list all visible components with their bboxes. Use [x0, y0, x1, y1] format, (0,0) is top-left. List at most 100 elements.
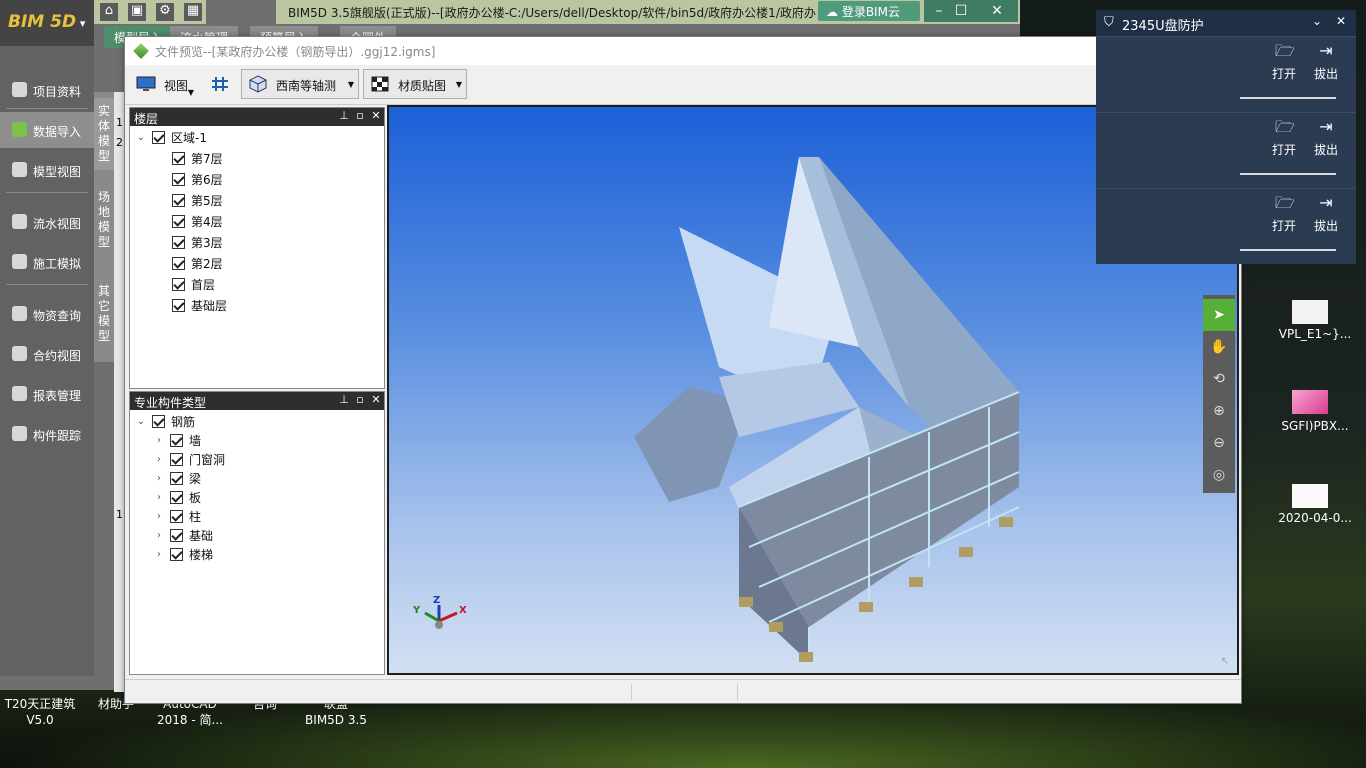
main-sidebar: 项目资料 数据导入 模型视图 流水视图 施工模拟 物资查询 合约视图 报表管理 … [0, 46, 94, 676]
grid-axis-button[interactable] [203, 69, 235, 99]
chevron-down-icon[interactable]: ⌄ [1312, 14, 1322, 28]
select-cursor-icon[interactable]: ➤ [1203, 299, 1235, 331]
eject-label: 拔出 [1313, 67, 1338, 81]
pin-icon[interactable]: ⊥ [338, 393, 350, 407]
sidebar-item-model-view[interactable]: 模型视图 [0, 152, 94, 188]
tree-item-floor[interactable]: 第5层 [172, 191, 223, 210]
checkbox[interactable] [172, 215, 185, 228]
tree-item-floor[interactable]: 第4层 [172, 212, 223, 231]
axis-grid-icon [212, 77, 228, 91]
row-number: 1 [116, 508, 123, 521]
view-button[interactable]: 视图 ▼ [129, 69, 199, 99]
tree-item-floor[interactable]: 基础层 [172, 296, 227, 315]
chevron-right-icon[interactable]: › [154, 492, 164, 503]
tree-item-floor[interactable]: 首层 [172, 275, 215, 294]
chevron-down-icon[interactable]: ⌄ [136, 416, 146, 427]
home-icon[interactable]: ⌂ [100, 3, 118, 21]
sidebar-item-project[interactable]: 项目资料 [0, 72, 94, 108]
tree-root-rebar[interactable]: ⌄ 钢筋 [136, 412, 195, 431]
tree-item-type[interactable]: › 梁 [154, 469, 201, 488]
open-button[interactable]: 🗁 打开 [1266, 43, 1302, 83]
material-texture-dropdown[interactable]: 材质贴图 ▼ [363, 69, 467, 99]
desktop-icon-2020[interactable]: 2020-04-0... [1270, 480, 1360, 530]
close-button[interactable]: ✕ [976, 0, 1018, 22]
sidebar-item-component-track[interactable]: 构件跟踪 [0, 416, 94, 452]
tree-item-type[interactable]: › 板 [154, 488, 201, 507]
southwest-iso-dropdown[interactable]: 西南等轴测 ▼ [241, 69, 359, 99]
checkbox[interactable] [172, 236, 185, 249]
close-icon[interactable]: ✕ [370, 109, 382, 123]
desktop-icon-vpl[interactable]: VPL_E1~}... [1270, 296, 1360, 346]
close-icon[interactable]: ✕ [370, 393, 382, 407]
sidebar-item-material-query[interactable]: 物资查询 [0, 296, 94, 332]
checkbox[interactable] [170, 453, 183, 466]
close-icon[interactable]: ✕ [1336, 14, 1346, 28]
tree-item-type[interactable]: › 基础 [154, 526, 213, 545]
checkbox[interactable] [170, 491, 183, 504]
save-icon[interactable]: ▣ [128, 3, 146, 21]
tree-item-floor[interactable]: 第6层 [172, 170, 223, 189]
zoom-out-icon[interactable]: ⊖ [1203, 427, 1235, 459]
eject-button[interactable]: ⇥ 拔出 [1308, 119, 1344, 159]
usb-panel-title: 2345U盘防护 [1122, 19, 1204, 34]
maximize-button[interactable]: ☐ [946, 0, 976, 22]
chevron-down-icon[interactable]: ⌄ [136, 132, 146, 143]
float-window-icon[interactable]: ▫ [354, 393, 366, 407]
checkbox[interactable] [152, 415, 165, 428]
checkbox[interactable] [172, 194, 185, 207]
chevron-right-icon[interactable]: › [154, 530, 164, 541]
tree-item-floor[interactable]: 第3层 [172, 233, 223, 252]
checkbox[interactable] [172, 257, 185, 270]
sidebar-item-contract-view[interactable]: 合约视图 [0, 336, 94, 372]
checkbox[interactable] [172, 299, 185, 312]
chevron-right-icon[interactable]: › [154, 549, 164, 560]
logo-dropdown-icon[interactable]: ▾ [76, 17, 86, 30]
calendar-icon[interactable]: ▦ [184, 3, 202, 21]
pin-icon[interactable]: ⊥ [338, 109, 350, 123]
checkbox[interactable] [172, 173, 185, 186]
file-preview-dialog: 文件预览--[某政府办公楼（钢筋导出）.ggj12.igms] – ☐ ✕ 视图… [124, 36, 1242, 704]
zoom-extents-icon[interactable]: ◎ [1203, 459, 1235, 491]
open-button[interactable]: 🗁 打开 [1266, 119, 1302, 159]
checkbox[interactable] [170, 472, 183, 485]
tab-other-model[interactable]: 其它模型 [94, 278, 114, 350]
desktop-icon-sgfi[interactable]: SGFI)PBX... [1270, 388, 1360, 438]
zoom-in-icon[interactable]: ⊕ [1203, 395, 1235, 427]
checkbox[interactable] [152, 131, 165, 144]
tree-item-type[interactable]: › 墙 [154, 431, 201, 450]
tree-item-type[interactable]: › 柱 [154, 507, 201, 526]
checkbox[interactable] [170, 548, 183, 561]
chevron-right-icon[interactable]: › [154, 473, 164, 484]
tree-item-floor[interactable]: 第2层 [172, 254, 223, 273]
chevron-right-icon[interactable]: › [154, 511, 164, 522]
open-button[interactable]: 🗁 打开 [1266, 195, 1302, 235]
tree-item-type[interactable]: › 门窗洞 [154, 450, 225, 469]
checkbox[interactable] [172, 278, 185, 291]
eject-button[interactable]: ⇥ 拔出 [1308, 195, 1344, 235]
tree-item-floor[interactable]: 第7层 [172, 149, 223, 168]
desktop-item-t20[interactable]: T20天正建筑 V5.0 [0, 696, 80, 728]
login-bim-cloud-button[interactable]: ☁ 登录BIM云 [818, 1, 920, 21]
gear-icon[interactable]: ⚙ [156, 3, 174, 21]
chevron-right-icon[interactable]: › [154, 435, 164, 446]
float-window-icon[interactable]: ▫ [354, 109, 366, 123]
sidebar-item-flow-view[interactable]: 流水视图 [0, 204, 94, 240]
tree-root-area[interactable]: ⌄ 区域-1 [136, 128, 207, 147]
tree-item-type[interactable]: › 楼梯 [154, 545, 213, 564]
resize-corner-icon[interactable]: ↖ [1221, 656, 1229, 667]
checkbox[interactable] [170, 434, 183, 447]
axis-gizmo: Z Y X [413, 595, 473, 635]
checkbox[interactable] [172, 152, 185, 165]
checkbox[interactable] [170, 529, 183, 542]
tab-site-model[interactable]: 场地模型 [94, 184, 114, 256]
sidebar-item-data-import[interactable]: 数据导入 [0, 112, 94, 148]
iso-label: 西南等轴测 [276, 79, 337, 93]
checkbox[interactable] [170, 510, 183, 523]
tab-entity-model[interactable]: 实体模型 [94, 98, 114, 170]
orbit-icon[interactable]: ⟲ [1203, 363, 1235, 395]
pan-hand-icon[interactable]: ✋ [1203, 331, 1235, 363]
chevron-right-icon[interactable]: › [154, 454, 164, 465]
sidebar-item-report[interactable]: 报表管理 [0, 376, 94, 412]
eject-button[interactable]: ⇥ 拔出 [1308, 43, 1344, 83]
sidebar-item-construction-sim[interactable]: 施工模拟 [0, 244, 94, 280]
